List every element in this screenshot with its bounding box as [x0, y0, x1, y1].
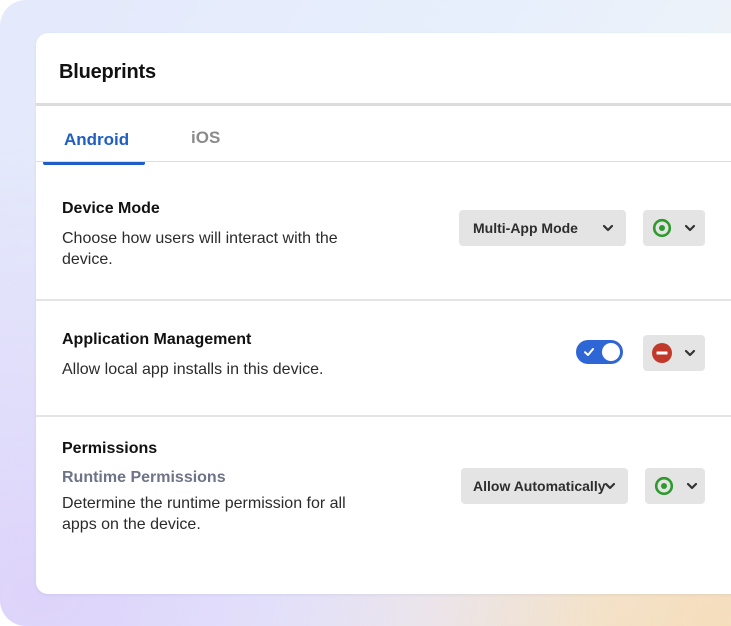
permissions-status-button[interactable]: [645, 468, 705, 504]
device-mode-status-button[interactable]: [643, 210, 705, 246]
minus-circle-icon: [652, 343, 672, 363]
select-value: Multi-App Mode: [473, 220, 578, 236]
runtime-permissions-select[interactable]: Allow Automatically: [461, 468, 628, 504]
app-management-status-button[interactable]: [643, 335, 705, 371]
section-description: Determine the runtime permission for all…: [62, 495, 346, 533]
tabs-divider: [36, 161, 731, 162]
section-description: Choose how users will interact with the …: [62, 230, 338, 268]
chevron-down-icon: [604, 482, 616, 490]
chevron-down-icon: [602, 224, 614, 232]
section-subtitle: Runtime Permissions: [62, 469, 226, 486]
blueprints-card: Blueprints Android iOS Device Mode Choos…: [36, 33, 731, 594]
card-title: Blueprints: [59, 61, 156, 83]
tab-ios[interactable]: iOS: [191, 128, 220, 148]
target-icon: [654, 476, 674, 496]
section-description: Allow local app installs in this device.: [62, 361, 324, 378]
section-title: Permissions: [62, 440, 158, 457]
section-title: Device Mode: [62, 200, 160, 217]
chevron-down-icon: [684, 224, 696, 232]
select-value: Allow Automatically: [473, 478, 606, 494]
check-icon: [584, 348, 594, 356]
section-divider: [36, 415, 731, 417]
toggle-knob: [602, 343, 620, 361]
chevron-down-icon: [684, 349, 696, 357]
app-management-toggle[interactable]: [576, 340, 623, 364]
platform-tabs: Android iOS: [36, 106, 731, 165]
device-mode-select[interactable]: Multi-App Mode: [459, 210, 626, 246]
section-title: Application Management: [62, 331, 252, 348]
section-divider: [36, 299, 731, 301]
tab-android[interactable]: Android: [64, 130, 129, 150]
target-icon: [652, 218, 672, 238]
chevron-down-icon: [686, 482, 698, 490]
